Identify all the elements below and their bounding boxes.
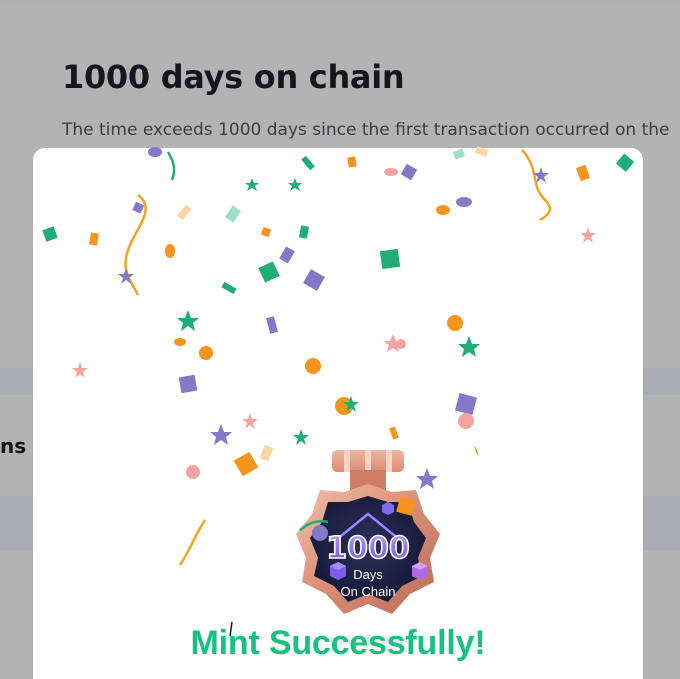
background-description: The time exceeds 1000 days since the fir…	[62, 120, 670, 140]
badge-number: 1000	[326, 531, 410, 566]
mint-success-modal: 1000 Days On Chain Mint Successfully!	[33, 148, 643, 679]
medal-icon: 1000 Days On Chain	[296, 450, 440, 645]
mint-success-message: Mint Successfully!	[190, 624, 486, 662]
background-page-title: 1000 days on chain	[62, 58, 405, 96]
badge-line-1: Days	[353, 567, 383, 582]
badge-line-2: On Chain	[341, 584, 396, 599]
page: 1000 days on chain The time exceeds 1000…	[0, 0, 680, 679]
top-bar	[0, 0, 680, 2]
